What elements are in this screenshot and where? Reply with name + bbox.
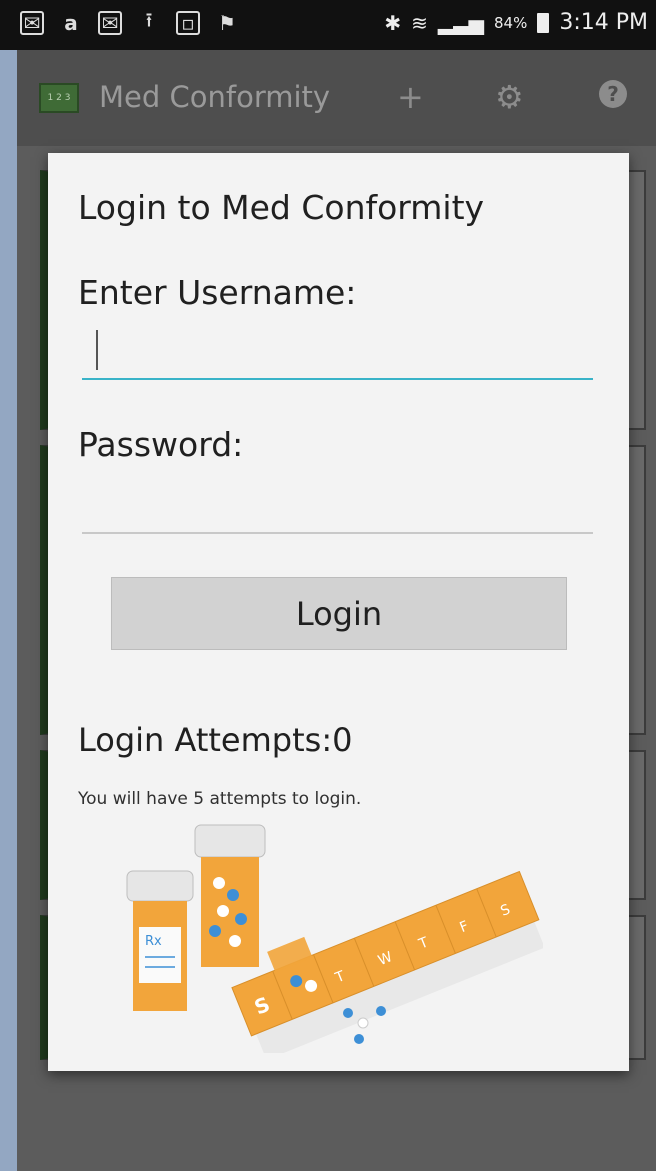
username-underline bbox=[82, 378, 593, 380]
flag-icon: ⚑ bbox=[218, 11, 236, 35]
password-underline bbox=[82, 532, 593, 534]
app-bar: 1 2 3 Med Conformity + ⚙ ? bbox=[17, 50, 656, 146]
weekly-pillbox: S T W T F S bbox=[231, 870, 543, 1053]
signal-icon: ▂▃▅ bbox=[437, 10, 484, 35]
upload-icon: ⭱ bbox=[145, 8, 153, 32]
rx-label: Rx bbox=[145, 934, 162, 949]
username-input[interactable] bbox=[82, 325, 593, 373]
pill-bottle-back bbox=[194, 824, 266, 967]
text-caret bbox=[96, 330, 98, 370]
help-icon[interactable]: ? bbox=[597, 78, 629, 118]
login-attempts: Login Attempts:0 bbox=[78, 721, 353, 759]
pill-illustration: Rx S T W T F S bbox=[126, 824, 543, 1053]
bluetooth-icon: ✱ bbox=[384, 10, 402, 35]
add-icon[interactable]: + bbox=[397, 78, 424, 116]
clock: 3:14 PM bbox=[559, 10, 648, 35]
wifi-icon: ≋ bbox=[411, 10, 428, 35]
login-button[interactable]: Login bbox=[111, 577, 567, 650]
image-icon: ▫ bbox=[176, 11, 200, 35]
attempts-note: You will have 5 attempts to login. bbox=[78, 789, 362, 809]
login-dialog: Login to Med Conformity Enter Username: … bbox=[48, 153, 629, 1071]
email-icon: ✉ bbox=[20, 11, 44, 35]
username-label: Enter Username: bbox=[78, 273, 357, 312]
app-logo: 1 2 3 bbox=[39, 83, 79, 113]
password-input[interactable] bbox=[82, 483, 593, 531]
svg-text:?: ? bbox=[607, 82, 619, 106]
email-icon: ✉ bbox=[98, 11, 122, 35]
app-title: Med Conformity bbox=[99, 80, 331, 114]
battery-icon bbox=[537, 12, 550, 33]
password-label: Password: bbox=[78, 425, 244, 464]
rx-bottle: Rx bbox=[126, 870, 194, 1011]
status-bar: ✉ a ✉ ⭱ ▫ ⚑ ✱ ≋ ▂▃▅ 84% 3:14 PM bbox=[0, 0, 656, 50]
settings-icon[interactable]: ⚙ bbox=[495, 78, 524, 116]
dialog-title: Login to Med Conformity bbox=[78, 188, 485, 227]
battery-percent: 84% bbox=[494, 13, 528, 32]
amazon-icon: a bbox=[64, 11, 78, 35]
